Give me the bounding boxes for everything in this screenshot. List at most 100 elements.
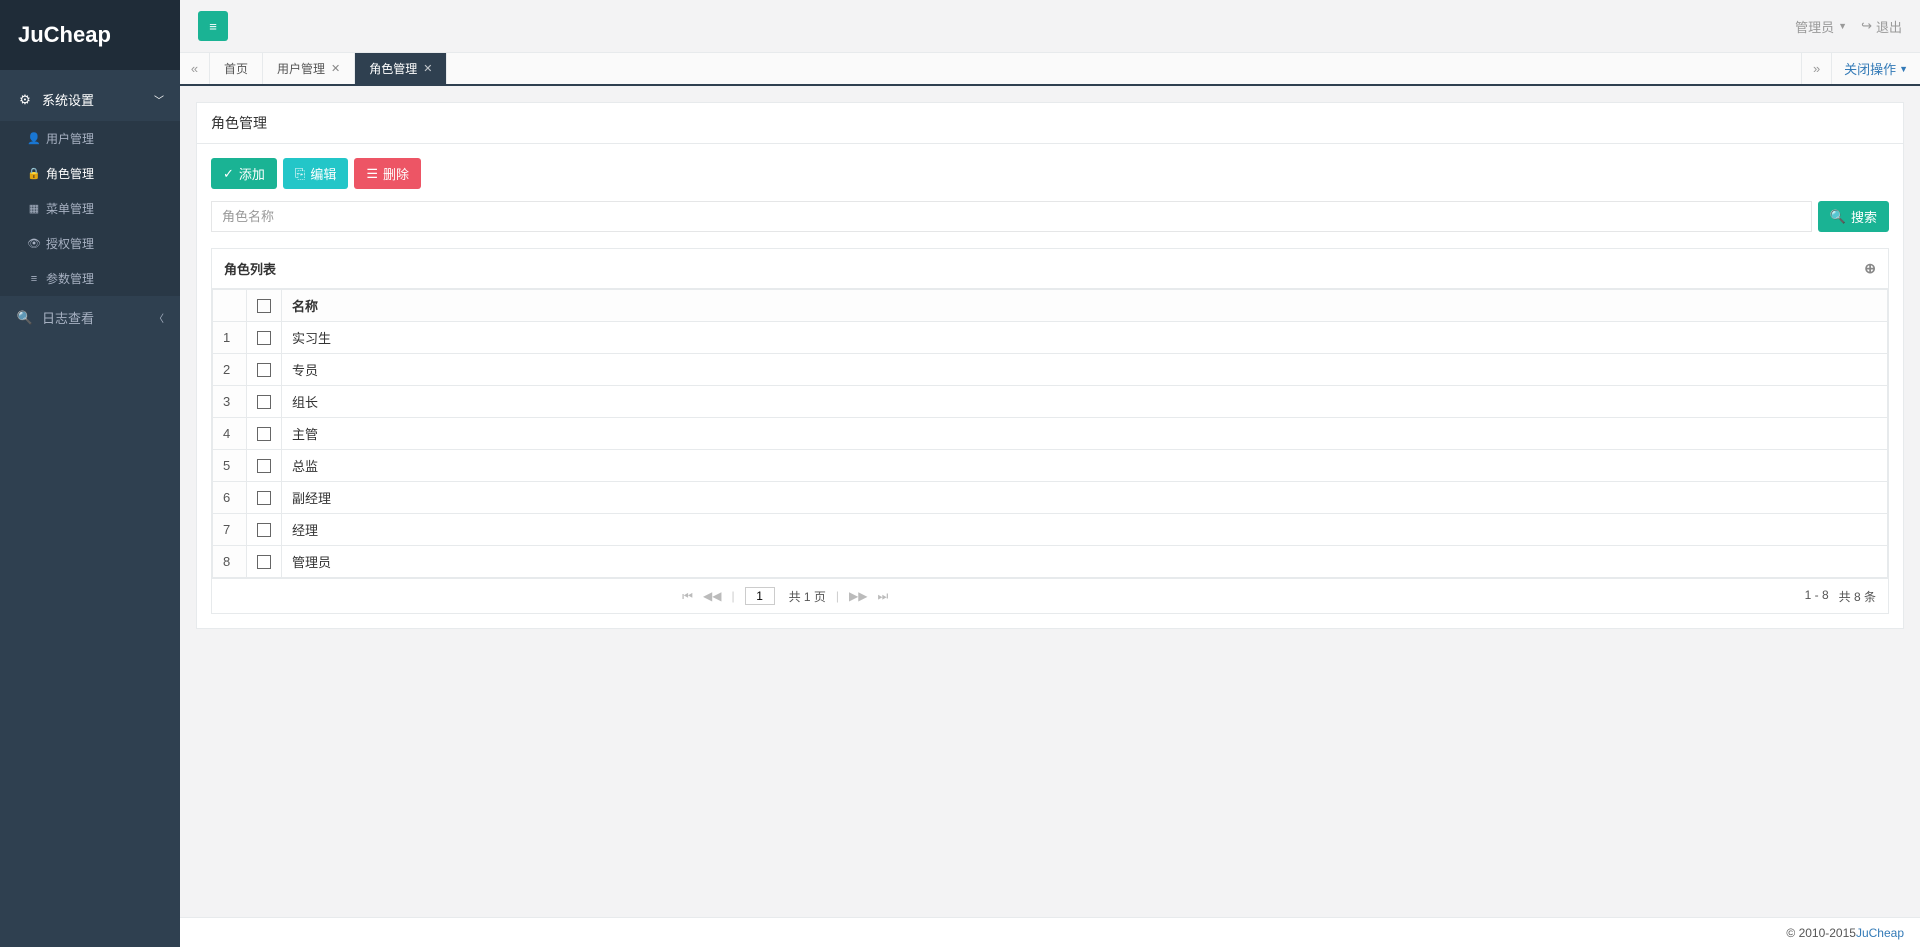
table-row[interactable]: 4 主管 [213,418,1888,450]
row-name: 副经理 [282,482,1888,514]
grid-settings-button[interactable]: ⊕ [1864,260,1876,277]
row-checkbox[interactable] [247,514,282,546]
grid-title: 角色列表 [224,259,276,278]
col-checkbox-header[interactable] [247,290,282,322]
sidebar-item-label: 用户管理 [46,130,94,147]
grid-header: 角色列表 ⊕ [212,249,1888,289]
page-title: 角色管理 [197,103,1903,144]
table-row[interactable]: 8管理员 [213,546,1888,578]
add-button[interactable]: ✓ 添加 [211,158,277,189]
row-checkbox[interactable] [247,482,282,514]
row-checkbox[interactable] [247,386,282,418]
checkbox-icon [257,427,271,441]
sidebar-item-roles[interactable]: 🔒 角色管理 [0,156,180,191]
sidebar-item-menus[interactable]: ▦ 菜单管理 [0,191,180,226]
tab-scroll-right-button[interactable]: » [1801,53,1831,84]
close-icon[interactable]: ✕ [331,62,340,75]
table-row[interactable]: 3组长 [213,386,1888,418]
caret-down-icon: ▼ [1899,64,1908,74]
row-name: 专员 [282,354,1888,386]
row-checkbox[interactable] [247,354,282,386]
sidebar-item-system-settings[interactable]: ⚙ 系统设置 ﹀ [0,78,180,121]
sidebar-subnav-system: 👤 用户管理 🔒 角色管理 ▦ 菜单管理 👁 授权管理 ≡ 参数管理 [0,121,180,296]
logout-label: 退出 [1876,17,1902,36]
sidebar-header: JuCheap [0,0,180,70]
row-number: 2 [213,354,247,386]
row-name: 主管 [282,418,1888,450]
search-button[interactable]: 🔍 搜索 [1818,201,1889,232]
tab-label: 首页 [224,60,248,77]
user-label: 管理员 [1795,17,1834,36]
checkbox-icon [257,523,271,537]
sidebar-item-label: 角色管理 [46,165,94,182]
menu-toggle-button[interactable]: ≡ [198,11,228,41]
table-row[interactable]: 6副经理 [213,482,1888,514]
user-icon: 👤 [26,132,42,145]
sidebar-item-label: 系统设置 [42,90,94,109]
footer-brand-link[interactable]: JuCheap [1856,926,1904,940]
pager-last-button[interactable]: ⏭ [878,589,889,604]
sidebar-item-users[interactable]: 👤 用户管理 [0,121,180,156]
chevron-down-icon: ﹀ [154,92,164,107]
table-row[interactable]: 5总监 [213,450,1888,482]
pager-next-button[interactable]: ▶▶ [849,589,867,603]
close-icon[interactable]: ✕ [423,62,432,75]
double-chevron-left-icon: « [191,61,198,76]
checkbox-icon [257,299,271,313]
main: ≡ 管理员 ▼ ↪ 退出 « 首页 [180,0,1920,947]
tabs-container: 首页 用户管理 ✕ 角色管理 ✕ [210,53,1801,84]
caret-down-icon: ▼ [1838,21,1847,31]
pager-page-input[interactable] [745,587,775,605]
tabbar: « 首页 用户管理 ✕ 角色管理 ✕ » 关闭操作 ▼ [180,52,1920,86]
row-checkbox[interactable] [247,546,282,578]
sidebar-item-authorization[interactable]: 👁 授权管理 [0,226,180,261]
user-dropdown[interactable]: 管理员 ▼ [1795,17,1847,36]
tab-scroll-left-button[interactable]: « [180,53,210,84]
search-row: 🔍 搜索 [211,201,1889,232]
table-row[interactable]: 7经理 [213,514,1888,546]
button-label: 搜索 [1851,207,1877,226]
logout-button[interactable]: ↪ 退出 [1861,17,1902,36]
pager-first-button[interactable]: ⏮ [682,589,693,604]
search-icon: 🔍 [16,310,34,326]
logo: JuCheap [18,22,162,48]
gear-icon: ⚙ [16,92,34,108]
col-name-header[interactable]: 名称 [282,290,1888,322]
row-name: 组长 [282,386,1888,418]
sidebar: JuCheap ⚙ 系统设置 ﹀ 👤 用户管理 🔒 角色管理 ▦ 菜单管理 [0,0,180,947]
sidebar-item-logs[interactable]: 🔍 日志查看 〈 [0,296,180,339]
row-number: 4 [213,418,247,450]
action-buttons: ✓ 添加 ⎘ 编辑 ☰ 删除 [211,158,1889,189]
role-name-input[interactable] [211,201,1812,232]
delete-button[interactable]: ☰ 删除 [354,158,421,189]
table-row[interactable]: 1实习生 [213,322,1888,354]
tab-home[interactable]: 首页 [210,53,263,84]
checkbox-icon [257,459,271,473]
row-name: 管理员 [282,546,1888,578]
row-checkbox[interactable] [247,450,282,482]
grid-panel: 角色列表 ⊕ 名称 1实习生2 专员3组长4 主管5总监 [211,248,1889,614]
button-label: 添加 [239,164,265,183]
tab-roles[interactable]: 角色管理 ✕ [355,53,447,84]
pager-prev-button[interactable]: ◀◀ [703,589,721,603]
edit-button[interactable]: ⎘ 编辑 [283,158,348,189]
roles-table: 名称 1实习生2 专员3组长4 主管5总监6副经理7经理8管理员 [212,289,1888,578]
lock-icon: 🔒 [26,167,42,180]
row-checkbox[interactable] [247,418,282,450]
row-checkbox[interactable] [247,322,282,354]
row-name: 总监 [282,450,1888,482]
footer-copyright: © 2010-2015 [1786,926,1856,940]
pager-total-pages: 共 1 页 [789,588,826,605]
table-row[interactable]: 2 专员 [213,354,1888,386]
button-label: 删除 [383,164,409,183]
hamburger-icon: ≡ [209,19,217,34]
sidebar-nav: ⚙ 系统设置 ﹀ 👤 用户管理 🔒 角色管理 ▦ 菜单管理 👁 [0,70,180,339]
tab-close-ops-dropdown[interactable]: 关闭操作 ▼ [1831,53,1920,84]
trash-icon: ☰ [366,166,378,182]
content: 角色管理 ✓ 添加 ⎘ 编辑 ☰ 删除 [180,86,1920,917]
sidebar-item-params[interactable]: ≡ 参数管理 [0,261,180,296]
row-number: 1 [213,322,247,354]
sidebar-item-label: 日志查看 [42,308,94,327]
chevron-left-icon: 〈 [154,310,164,325]
tab-users[interactable]: 用户管理 ✕ [263,53,355,84]
